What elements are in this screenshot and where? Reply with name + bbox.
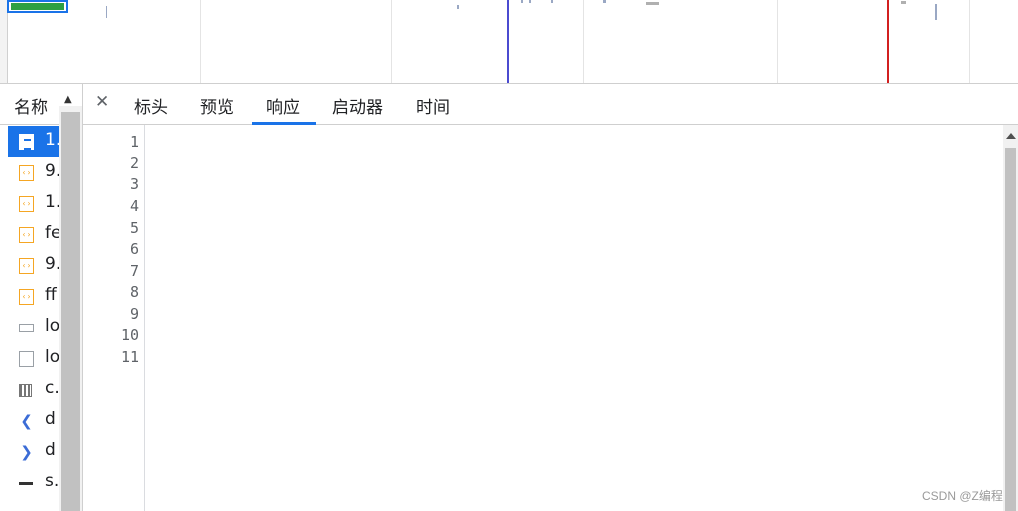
arrow-left-icon: ❮ bbox=[20, 412, 33, 430]
line-number: 9 bbox=[129, 305, 139, 323]
filmstrip-frame[interactable] bbox=[201, 0, 392, 83]
filmstrip-speck bbox=[646, 2, 659, 5]
filmstrip-speck bbox=[551, 0, 553, 3]
tab-response[interactable]: 响应 bbox=[266, 93, 300, 118]
request-row[interactable]: ❮ d bbox=[8, 405, 59, 436]
script-icon: ‹› bbox=[19, 289, 34, 305]
watermark: CSDN @Z编程 bbox=[922, 489, 1003, 503]
filmstrip-speck bbox=[521, 0, 523, 3]
request-row[interactable]: ‹› ff bbox=[8, 281, 59, 312]
tab-timing[interactable]: 时间 bbox=[416, 93, 450, 118]
tab-initiator[interactable]: 启动器 bbox=[332, 93, 383, 118]
request-name: lo bbox=[45, 316, 59, 336]
request-name: s. bbox=[45, 471, 59, 491]
request-row[interactable]: lo bbox=[8, 343, 59, 374]
filmstrip-frame[interactable] bbox=[584, 0, 778, 83]
filmstrip-speck bbox=[529, 0, 531, 3]
tab-preview[interactable]: 预览 bbox=[200, 93, 234, 118]
script-icon: ‹› bbox=[19, 227, 34, 243]
line-number: 10 bbox=[120, 326, 139, 344]
name-column-label: 名称 bbox=[14, 98, 48, 118]
request-row[interactable]: ‹› 9. bbox=[8, 250, 59, 281]
scroll-up-icon[interactable] bbox=[1006, 133, 1016, 139]
script-icon: ‹› bbox=[19, 165, 34, 181]
close-icon[interactable]: ✕ bbox=[95, 92, 109, 112]
filmstrip-speck bbox=[935, 4, 937, 20]
image-icon bbox=[19, 351, 34, 367]
response-code-viewer[interactable]: 1 2 3 4 5 6 7 8 9 10 11 bbox=[83, 125, 1018, 511]
line-number: 4 bbox=[129, 197, 139, 215]
filmstrip-speck bbox=[603, 0, 606, 3]
line-number: 8 bbox=[129, 283, 139, 301]
request-row[interactable]: 1. bbox=[8, 126, 59, 157]
line-number-gutter: 1 2 3 4 5 6 7 8 9 10 11 bbox=[83, 125, 145, 511]
request-name: 9. bbox=[45, 254, 59, 274]
scrollbar-thumb[interactable] bbox=[1005, 148, 1016, 511]
line-number: 3 bbox=[129, 175, 139, 193]
filmstrip-speck bbox=[457, 5, 459, 9]
request-name: lo bbox=[45, 347, 59, 367]
request-row[interactable]: s. bbox=[8, 467, 59, 498]
filmstrip-frame[interactable] bbox=[778, 0, 970, 83]
qr-image-icon bbox=[19, 384, 32, 397]
line-number: 7 bbox=[129, 262, 139, 280]
tab-headers[interactable]: 标头 bbox=[134, 93, 168, 118]
arrow-right-icon: ❯ bbox=[20, 443, 33, 461]
overview-selection[interactable] bbox=[7, 0, 68, 13]
request-row[interactable]: ‹› 9. bbox=[8, 157, 59, 188]
request-name: d bbox=[45, 409, 56, 429]
request-name: 9. bbox=[45, 161, 59, 181]
line-number: 1 bbox=[129, 133, 139, 151]
request-row[interactable]: ❯ d bbox=[8, 436, 59, 467]
image-icon bbox=[19, 324, 34, 332]
script-icon: ‹› bbox=[19, 196, 34, 212]
script-icon: ‹› bbox=[19, 258, 34, 274]
document-icon bbox=[19, 134, 34, 150]
request-name: c. bbox=[45, 378, 59, 398]
detail-tab-bar: ✕ 标头 预览 响应 启动器 时间 bbox=[83, 84, 1018, 125]
filmstrip-frame[interactable] bbox=[392, 0, 584, 83]
dash-image-icon bbox=[19, 475, 34, 491]
line-number: 5 bbox=[129, 219, 139, 237]
load-marker bbox=[887, 0, 889, 83]
scrollbar-thumb[interactable] bbox=[61, 112, 80, 511]
request-list: 名称 ▲ 1. ‹› 9. ‹› 1. ‹› fe ‹› 9. ‹› ff lo… bbox=[0, 84, 83, 511]
domcontentloaded-marker bbox=[507, 0, 509, 83]
filmstrip-speck bbox=[901, 1, 906, 4]
filmstrip-speck bbox=[106, 6, 107, 18]
code-scrollbar[interactable] bbox=[1003, 125, 1018, 511]
request-name: ff bbox=[45, 285, 57, 305]
overview-bar bbox=[11, 3, 64, 10]
request-row[interactable]: c. bbox=[8, 374, 59, 405]
request-row[interactable]: lo bbox=[8, 312, 59, 343]
triangle-up-icon: ▲ bbox=[64, 94, 72, 105]
screenshot-filmstrip bbox=[0, 0, 1018, 84]
filmstrip-frame[interactable] bbox=[970, 0, 1018, 83]
request-name: 1. bbox=[45, 192, 59, 212]
request-row[interactable]: ‹› 1. bbox=[8, 188, 59, 219]
request-name: d bbox=[45, 440, 56, 460]
request-name: 1. bbox=[45, 130, 59, 150]
line-number: 2 bbox=[129, 154, 139, 172]
code-area[interactable]: 1 2 3 4 5 6 7 8 9 10 11 bbox=[83, 125, 1003, 511]
request-name: fe bbox=[45, 223, 59, 243]
line-number: 11 bbox=[120, 348, 139, 366]
line-number: 6 bbox=[129, 240, 139, 258]
request-row[interactable]: ‹› fe bbox=[8, 219, 59, 250]
request-list-scrollbar[interactable] bbox=[59, 106, 82, 511]
